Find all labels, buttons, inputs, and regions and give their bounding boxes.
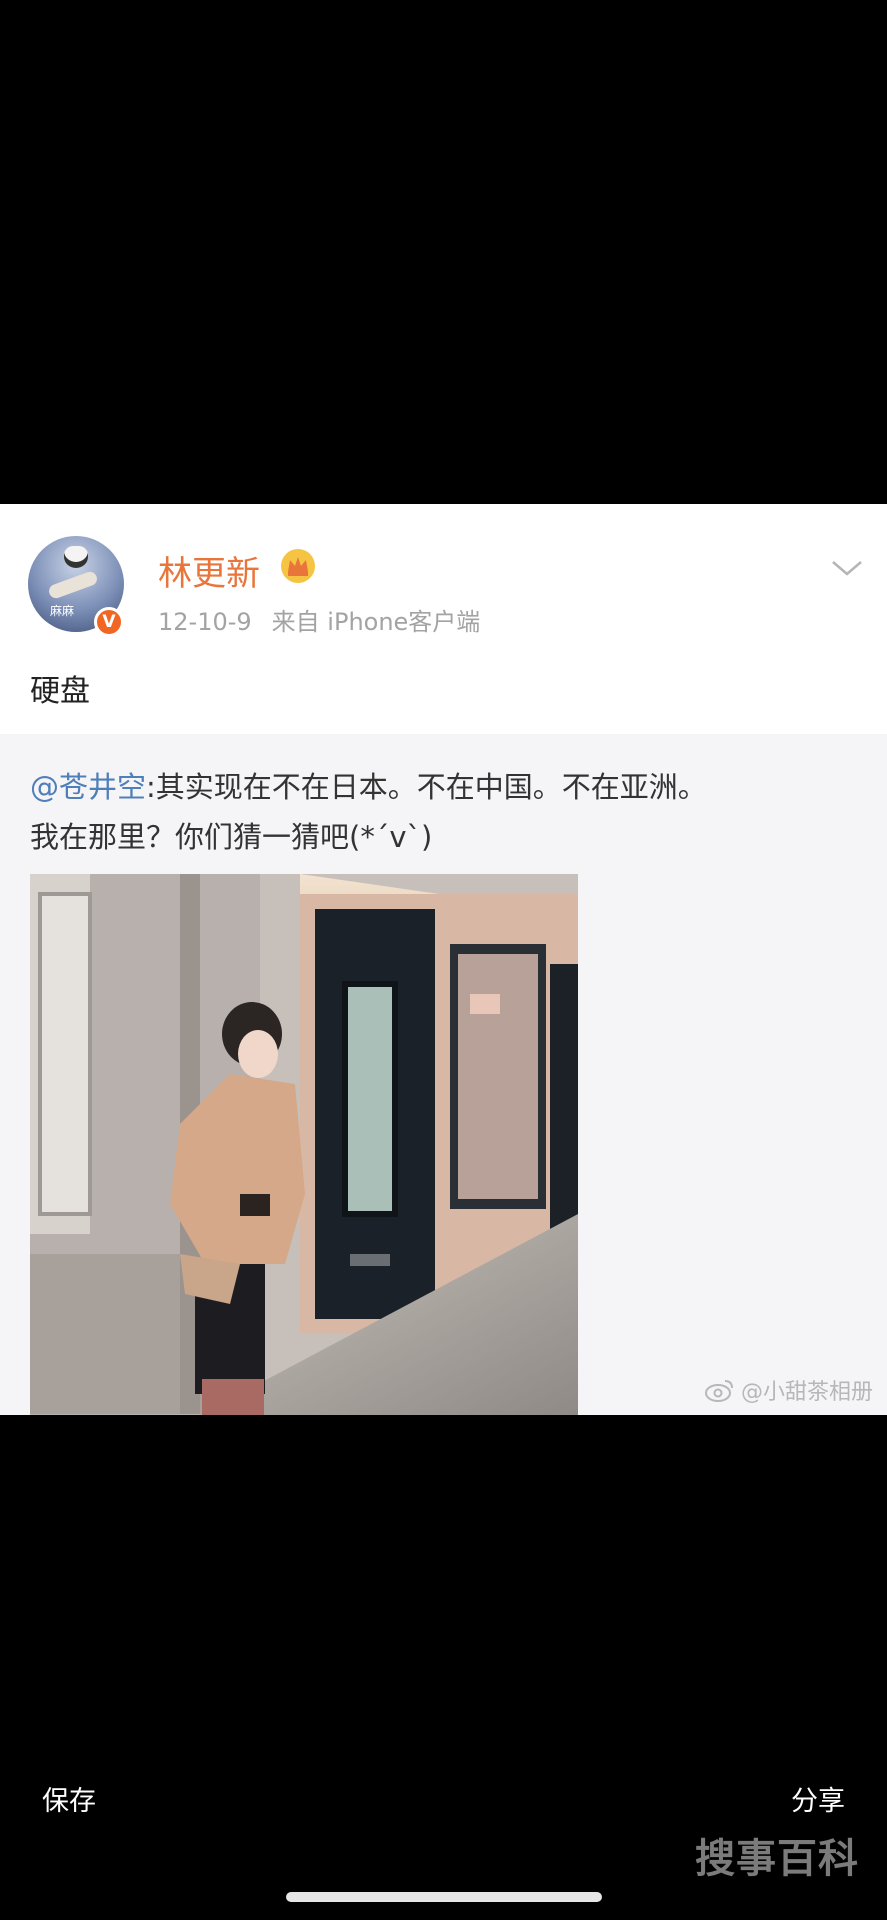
avatar-arm-figure: [47, 569, 99, 601]
repost-mention[interactable]: @苍井空: [30, 770, 146, 804]
crown-icon: [281, 549, 315, 583]
photo-watermark-text: @小甜茶相册: [740, 1380, 873, 1405]
weibo-logo-icon: [704, 1380, 733, 1402]
weibo-post-card: 麻麻 V 林更新 12-10-9 来自 iPhone客户端 硬盘 @苍井空:其实现…: [0, 504, 887, 1415]
photo-watermark: @小甜茶相册: [704, 1374, 873, 1406]
verified-badge-icon: V: [94, 607, 124, 637]
avatar-dog-figure: [64, 546, 88, 568]
chevron-down-icon[interactable]: [829, 550, 865, 586]
repost-block[interactable]: @苍井空:其实现在不在日本。不在中国。不在亚洲。 我在那里？你们猜一猜吧(*´v…: [0, 734, 887, 1415]
street-photo-illustration: [30, 874, 578, 1415]
post-text: 硬盘: [30, 674, 90, 709]
repost-text-line1: :其实现在不在日本。不在中国。不在亚洲。: [146, 770, 707, 804]
repost-photo[interactable]: [30, 874, 578, 1415]
avatar-label: 麻麻: [50, 604, 75, 618]
share-button[interactable]: 分享: [791, 1779, 845, 1818]
post-header: 麻麻 V 林更新 12-10-9 来自 iPhone客户端 硬盘: [0, 504, 887, 734]
post-date: 12-10-9: [158, 608, 252, 636]
post-source: 来自 iPhone客户端: [271, 608, 481, 636]
repost-text-line2: 我在那里？你们猜一猜吧(*´v`): [30, 820, 433, 854]
save-button[interactable]: 保存: [42, 1779, 96, 1818]
post-meta: 12-10-9 来自 iPhone客户端: [158, 602, 500, 637]
repost-text: @苍井空:其实现在不在日本。不在中国。不在亚洲。 我在那里？你们猜一猜吧(*´v…: [30, 762, 860, 862]
home-indicator[interactable]: [286, 1892, 602, 1902]
brand-watermark: 搜事百科: [695, 1835, 859, 1882]
username[interactable]: 林更新: [158, 546, 260, 595]
